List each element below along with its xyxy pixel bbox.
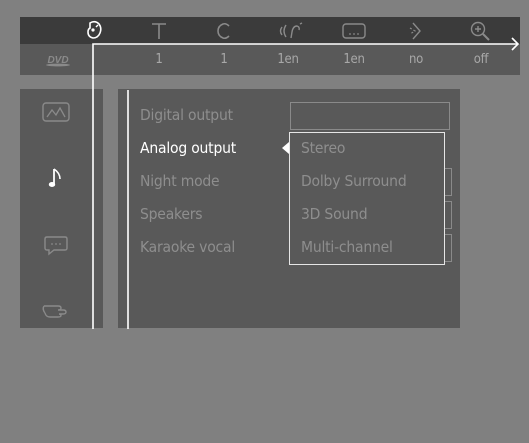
dvd-setup-screen: DVD 1 1 1en 1en no off Digital output An… [0,0,529,443]
sound-settings-icon[interactable] [36,163,76,193]
function-icon-bar [20,17,520,44]
audio-language-icon[interactable] [273,17,309,44]
option-3d-sound[interactable]: 3D Sound [301,205,368,223]
chapter-icon[interactable] [206,17,242,44]
picture-settings-icon[interactable] [36,97,76,127]
menu-item-night-mode[interactable]: Night mode [140,172,220,194]
option-stereo[interactable]: Stereo [301,139,345,157]
angle-value: no [409,52,423,67]
digital-output-value-field[interactable] [290,102,450,130]
analog-output-options: Stereo Dolby Surround 3D Sound Multi-cha… [289,132,445,265]
zoom-icon[interactable] [462,17,498,44]
option-multi-channel[interactable]: Multi-channel [301,238,393,256]
chapter-value: 1 [220,52,228,67]
settings-category-panel [20,89,103,328]
dvd-logo: DVD [20,44,95,75]
title-value: 1 [155,52,163,67]
menu-item-digital-output[interactable]: Digital output [140,106,233,128]
language-settings-icon[interactable] [36,230,76,260]
subtitle-value: 1en [343,52,365,67]
menu-item-analog-output[interactable]: Analog output [140,139,236,161]
title-icon[interactable] [141,17,177,44]
audio-language-value: 1en [277,52,299,67]
menu-item-speakers[interactable]: Speakers [140,205,203,227]
features-settings-icon[interactable] [36,295,76,325]
selection-pointer-icon [282,142,289,154]
zoom-value: off [473,52,489,67]
function-value-bar: DVD 1 1 1en 1en no off [20,44,520,75]
audio-setup-icon[interactable] [77,17,113,44]
sound-setup-menu: Digital output Analog output Night mode … [118,89,460,328]
option-dolby-surround[interactable]: Dolby Surround [301,172,407,190]
angle-icon[interactable] [398,17,434,44]
menu-item-karaoke-vocal[interactable]: Karaoke vocal [140,238,235,260]
subtitle-icon[interactable] [336,17,372,44]
